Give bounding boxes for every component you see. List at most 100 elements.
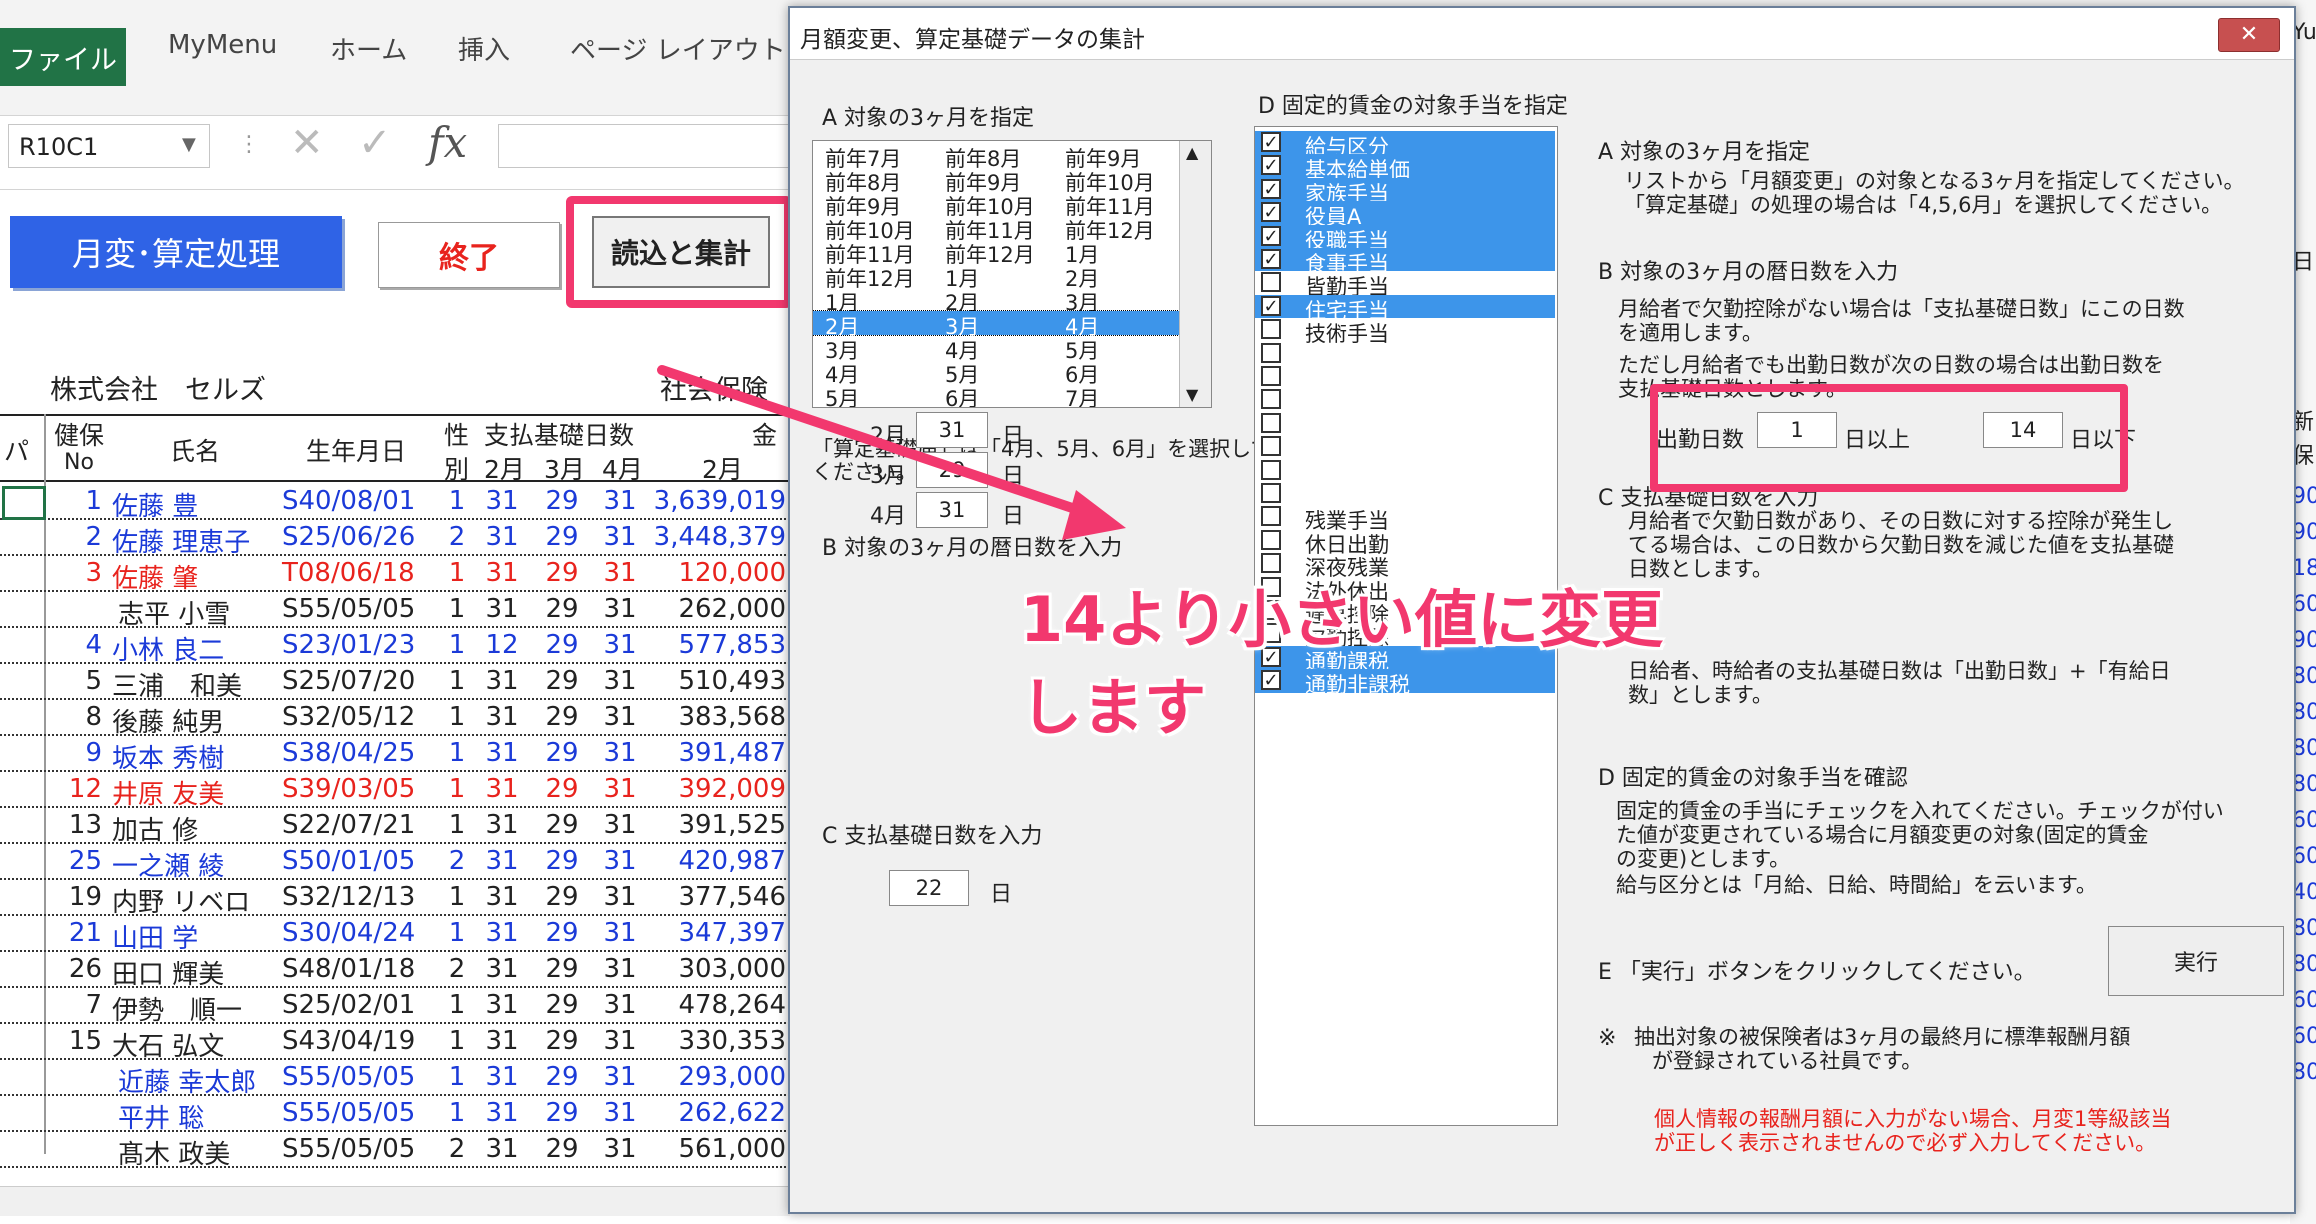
allowance-item[interactable]: 深夜残業: [1255, 552, 1555, 580]
checkbox-checked-icon[interactable]: ✓: [1261, 202, 1281, 223]
cell-sex[interactable]: 2: [444, 954, 470, 984]
cell-d2[interactable]: 31: [480, 702, 524, 732]
checkbox-icon[interactable]: [1261, 553, 1281, 574]
list-item[interactable]: 前年7月 前年8月 前年9月: [813, 143, 1179, 171]
month-days-input[interactable]: 29: [916, 452, 988, 488]
cell-d4[interactable]: 31: [598, 846, 642, 876]
cell-birth[interactable]: S25/06/26: [282, 522, 432, 552]
checkbox-icon[interactable]: [1261, 389, 1281, 410]
cell-sex[interactable]: 2: [444, 1134, 470, 1164]
cell-d2[interactable]: 31: [480, 774, 524, 804]
cell-no[interactable]: 12: [58, 774, 102, 804]
cell-d3[interactable]: 29: [540, 522, 584, 552]
table-row[interactable]: 19 内野 リベロ S32/12/13 1 31 29 31 377,546: [0, 880, 790, 918]
cell-no[interactable]: 2: [58, 522, 102, 552]
cell-d2[interactable]: 31: [480, 918, 524, 948]
cell-d4[interactable]: 31: [598, 1026, 642, 1056]
allowance-item[interactable]: ✓ 役職手当: [1255, 224, 1555, 253]
cell-d3[interactable]: 29: [540, 702, 584, 732]
cell-d3[interactable]: 29: [540, 594, 584, 624]
cell-birth[interactable]: S55/05/05: [282, 594, 432, 624]
allowance-item[interactable]: 休日出勤: [1255, 529, 1555, 557]
cell-d2[interactable]: 31: [480, 1134, 524, 1164]
cell-amount[interactable]: 392,009: [646, 774, 786, 804]
horizontal-scrollbar[interactable]: [0, 1186, 790, 1216]
monthly-change-button[interactable]: 月変･算定処理: [10, 216, 342, 288]
cell-name[interactable]: 佐藤 豊: [112, 486, 272, 523]
cell-no[interactable]: 21: [58, 918, 102, 948]
cell-d3[interactable]: 29: [540, 846, 584, 876]
cell-d4[interactable]: 31: [598, 882, 642, 912]
execute-button[interactable]: 実行: [2108, 926, 2284, 996]
cell-birth[interactable]: S25/07/20: [282, 666, 432, 696]
selected-cell[interactable]: [2, 486, 46, 520]
list-item[interactable]: 3月 4月 5月: [813, 335, 1179, 363]
cell-d3[interactable]: 29: [540, 1062, 584, 1092]
cell-d2[interactable]: 12: [480, 630, 524, 660]
allowance-item[interactable]: ✓ 給与区分: [1255, 131, 1555, 159]
cell-amount[interactable]: 391,487: [646, 738, 786, 768]
table-row[interactable]: 5 三浦 和美 S25/07/20 1 31 29 31 510,493: [0, 664, 790, 702]
cell-no[interactable]: 4: [58, 630, 102, 660]
table-row[interactable]: 7 伊勢 順一 S25/02/01 1 31 29 31 478,264: [0, 988, 790, 1026]
cell-birth[interactable]: S30/04/24: [282, 918, 432, 948]
list-item[interactable]: 前年10月 前年11月 前年12月: [813, 215, 1179, 243]
table-row[interactable]: 13 加古 修 S22/07/21 1 31 29 31 391,525: [0, 808, 790, 846]
cell-no[interactable]: 1: [58, 486, 102, 516]
tab-home[interactable]: ホーム: [330, 30, 407, 67]
cell-amount[interactable]: 3,639,019: [646, 486, 786, 516]
list-item[interactable]: 2月 3月 4月: [813, 310, 1180, 339]
list-scrollbar[interactable]: ▲ ▼: [1179, 141, 1211, 407]
table-row[interactable]: 1 佐藤 豊 S40/08/01 1 31 29 31 3,639,019: [0, 484, 790, 523]
cell-sex[interactable]: 1: [444, 1098, 470, 1128]
cell-d3[interactable]: 29: [540, 1134, 584, 1164]
cell-birth[interactable]: S55/05/05: [282, 1134, 432, 1164]
cell-amount[interactable]: 561,000: [646, 1134, 786, 1164]
table-row[interactable]: 3 佐藤 肇 T08/06/18 1 31 29 31 120,000: [0, 556, 790, 594]
cell-d3[interactable]: 29: [540, 918, 584, 948]
cell-no[interactable]: 19: [58, 882, 102, 912]
cell-sex[interactable]: 1: [444, 882, 470, 912]
cell-name[interactable]: 髙木 政美: [118, 1134, 278, 1171]
allowance-item[interactable]: ✓ 食事手当: [1255, 248, 1555, 276]
cell-d3[interactable]: 29: [540, 810, 584, 840]
cell-birth[interactable]: S43/04/19: [282, 1026, 432, 1056]
table-row[interactable]: 2 佐藤 理恵子 S25/06/26 2 31 29 31 3,448,379: [0, 520, 790, 558]
cell-d3[interactable]: 29: [540, 954, 584, 984]
cell-amount[interactable]: 377,546: [646, 882, 786, 912]
checkbox-icon[interactable]: [1261, 506, 1281, 527]
checkbox-checked-icon[interactable]: ✓: [1261, 155, 1281, 176]
checkbox-icon[interactable]: [1261, 319, 1281, 340]
cell-birth[interactable]: S22/07/21: [282, 810, 432, 840]
cell-name[interactable]: 田口 輝美: [112, 954, 272, 991]
month-listbox[interactable]: 前年7月 前年8月 前年9月 前年8月 前年9月 前年10月 前年9月 前年10月 前年11月前…: [812, 140, 1212, 408]
cell-amount[interactable]: 120,000: [646, 558, 786, 588]
allowance-item[interactable]: 皆勤手当: [1255, 271, 1555, 299]
table-row[interactable]: 髙木 政美 S55/05/05 2 31 29 31 561,000: [0, 1132, 790, 1171]
cell-amount[interactable]: 303,000: [646, 954, 786, 984]
cell-d2[interactable]: 31: [480, 594, 524, 624]
allowance-item[interactable]: [1255, 365, 1555, 388]
allowance-item[interactable]: ✓ 住宅手当: [1255, 294, 1555, 323]
cell-d3[interactable]: 29: [540, 1026, 584, 1056]
cell-name[interactable]: 後藤 純男: [112, 702, 272, 739]
cell-d4[interactable]: 31: [598, 1098, 642, 1128]
list-item[interactable]: 前年9月 前年10月 前年11月: [813, 191, 1179, 219]
cell-name[interactable]: 平井 聡: [118, 1098, 278, 1135]
cell-name[interactable]: 志平 小雪: [118, 594, 278, 631]
cell-d3[interactable]: 29: [540, 486, 584, 516]
table-row[interactable]: 平井 聡 S55/05/05 1 31 29 31 262,622: [0, 1096, 790, 1135]
cell-d4[interactable]: 31: [598, 702, 642, 732]
tab-insert[interactable]: 挿入: [458, 30, 510, 67]
cell-sex[interactable]: 1: [444, 486, 470, 516]
cell-birth[interactable]: S39/03/05: [282, 774, 432, 804]
cell-d4[interactable]: 31: [598, 774, 642, 804]
checkbox-checked-icon[interactable]: ✓: [1261, 178, 1281, 199]
cell-name[interactable]: 山田 学: [112, 918, 272, 955]
cell-name[interactable]: 井原 友美: [112, 774, 272, 811]
cell-amount[interactable]: 262,622: [646, 1098, 786, 1128]
cell-no[interactable]: 7: [58, 990, 102, 1020]
tab-page-layout[interactable]: ページ レイアウト: [570, 30, 786, 67]
table-row[interactable]: 12 井原 友美 S39/03/05 1 31 29 31 392,009: [0, 772, 790, 811]
end-button[interactable]: 終了: [378, 222, 560, 288]
